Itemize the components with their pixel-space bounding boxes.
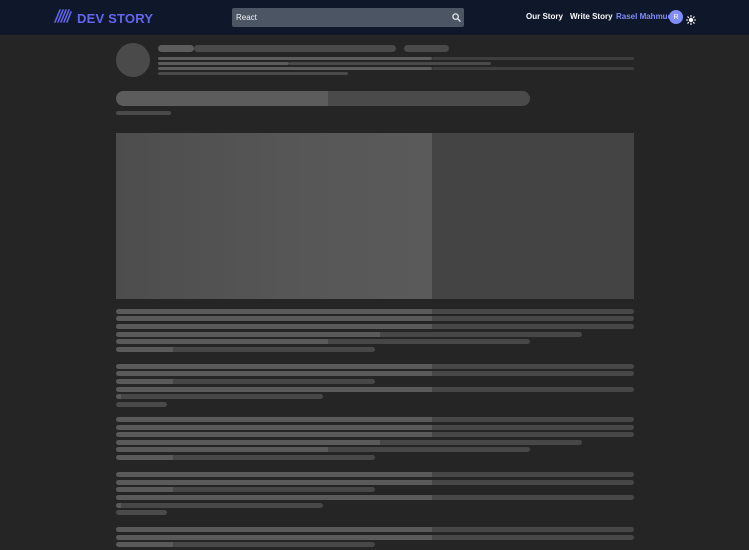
- skeleton-line: [116, 527, 634, 532]
- skeleton-line: [116, 347, 375, 352]
- nav-our-story[interactable]: Our Story: [526, 12, 563, 21]
- theme-toggle-button[interactable]: [685, 12, 697, 26]
- skeleton-line: [116, 425, 634, 430]
- skeleton-line: [116, 309, 634, 314]
- skeleton-line: [116, 332, 582, 337]
- skeleton-heading: [328, 91, 530, 106]
- skeleton-line: [116, 432, 634, 437]
- skeleton-line: [158, 62, 289, 65]
- skeleton-line: [116, 324, 634, 329]
- skeleton-line: [116, 394, 323, 399]
- skeleton-title: [194, 45, 396, 52]
- skeleton-line: [116, 387, 634, 392]
- search-button[interactable]: [448, 8, 464, 27]
- skeleton-line: [116, 495, 634, 500]
- skeleton-line: [289, 62, 491, 65]
- dev-story-logo-icon: [54, 8, 72, 28]
- search-input[interactable]: [232, 8, 448, 27]
- skeleton-line: [116, 402, 167, 407]
- skeleton-line: [116, 111, 171, 115]
- user-name[interactable]: Rasel Mahmud: [616, 12, 672, 21]
- skeleton-line: [116, 379, 375, 384]
- search-icon: [451, 9, 461, 27]
- skeleton-line: [116, 440, 582, 445]
- sun-icon: [685, 12, 697, 29]
- skeleton-avatar: [116, 43, 150, 77]
- skeleton-line: [158, 72, 348, 75]
- skeleton-title: [158, 45, 194, 52]
- skeleton-line: [116, 535, 634, 540]
- skeleton-meta: [404, 45, 449, 52]
- skeleton-image: [116, 133, 432, 299]
- skeleton-line: [116, 510, 167, 515]
- brand-name: DEV STORY: [77, 10, 154, 26]
- skeleton-line: [116, 417, 634, 422]
- skeleton-line: [116, 455, 375, 460]
- skeleton-line: [116, 487, 375, 492]
- skeleton-image: [432, 133, 634, 299]
- skeleton-line: [116, 480, 634, 485]
- search-bar: [232, 8, 464, 27]
- skeleton-line: [116, 364, 634, 369]
- skeleton-heading: [116, 91, 336, 106]
- brand[interactable]: DEV STORY: [54, 8, 154, 28]
- skeleton-line: [158, 67, 432, 70]
- skeleton-line: [116, 447, 530, 452]
- skeleton-line: [116, 542, 375, 547]
- skeleton-line: [432, 67, 634, 70]
- top-navbar: DEV STORY Our Story Write Story Rasel Ma…: [0, 0, 749, 35]
- skeleton-line: [432, 57, 634, 60]
- skeleton-line: [116, 371, 634, 376]
- avatar[interactable]: R: [669, 10, 683, 24]
- nav-write-story[interactable]: Write Story: [570, 12, 613, 21]
- skeleton-line: [116, 472, 634, 477]
- skeleton-line: [116, 316, 634, 321]
- skeleton-line: [116, 503, 323, 508]
- skeleton-line: [158, 57, 432, 60]
- skeleton-line: [116, 339, 530, 344]
